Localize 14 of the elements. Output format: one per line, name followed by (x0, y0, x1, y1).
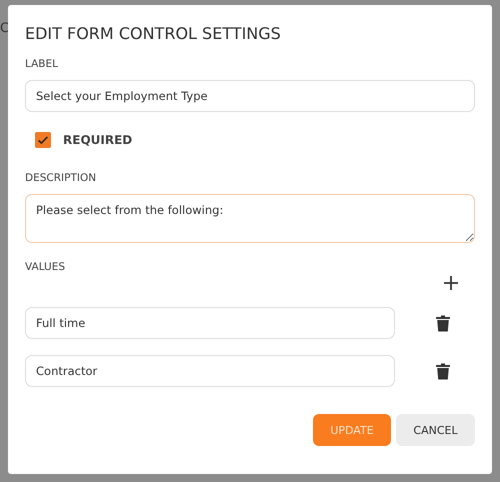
delete-icon[interactable] (436, 314, 450, 332)
checkbox-label: REQUIRED (63, 133, 132, 147)
field-label: LABEL (25, 58, 59, 70)
delete-icon[interactable] (436, 362, 450, 380)
value-field[interactable]: Full time (25, 307, 395, 339)
value-field[interactable]: Contractor (25, 355, 395, 387)
required-checkbox[interactable] (35, 132, 51, 148)
dialog-title: EDIT FORM CONTROL SETTINGS (25, 25, 282, 43)
label-field[interactable]: Select your Employment Type (25, 80, 475, 112)
add-icon[interactable] (444, 276, 458, 290)
cancel-button[interactable]: CANCEL (396, 414, 475, 446)
description-field[interactable]: Please select from the following: (25, 194, 475, 243)
field-label: VALUES (25, 261, 66, 273)
field-label: DESCRIPTION (25, 172, 98, 184)
